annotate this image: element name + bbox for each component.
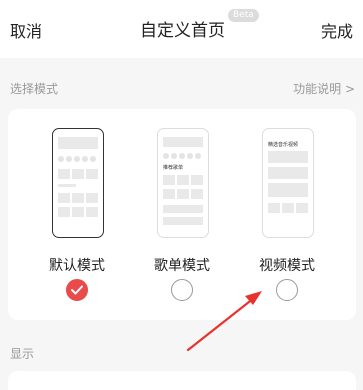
mode-section-label: 选择模式	[10, 82, 59, 96]
mode-selector-card: 默认模式 推荐歌单 歌单模式 精选音乐视频 视频模式	[8, 109, 356, 320]
help-link[interactable]: 功能说明 >	[293, 80, 355, 97]
playlist-mode-preview: 推荐歌单	[157, 128, 209, 238]
video-mode-preview: 精选音乐视频	[262, 128, 314, 238]
preview-text-video: 精选音乐视频	[268, 142, 299, 148]
mode-option-playlist[interactable]: 推荐歌单 歌单模式	[132, 109, 232, 320]
beta-badge: Beta	[228, 9, 259, 22]
page-title: 自定义首页	[140, 21, 225, 41]
default-mode-preview	[52, 128, 104, 238]
mode-label-default: 默认模式	[49, 258, 105, 274]
top-bar: 取消 自定义首页 Beta 完成	[0, 0, 363, 58]
radio-video[interactable]	[276, 279, 298, 301]
mode-option-default[interactable]: 默认模式	[27, 109, 127, 320]
display-card	[8, 371, 356, 390]
radio-default[interactable]	[66, 279, 88, 301]
check-icon	[71, 285, 83, 295]
mode-label-video: 视频模式	[259, 258, 315, 274]
mode-label-playlist: 歌单模式	[154, 258, 210, 274]
cancel-button[interactable]: 取消	[10, 18, 42, 42]
mode-option-video[interactable]: 精选音乐视频 视频模式	[237, 109, 337, 320]
display-section-label: 显示	[10, 347, 35, 361]
done-button[interactable]: 完成	[321, 18, 353, 42]
preview-text-playlist: 推荐歌单	[163, 165, 184, 171]
radio-playlist[interactable]	[171, 279, 193, 301]
